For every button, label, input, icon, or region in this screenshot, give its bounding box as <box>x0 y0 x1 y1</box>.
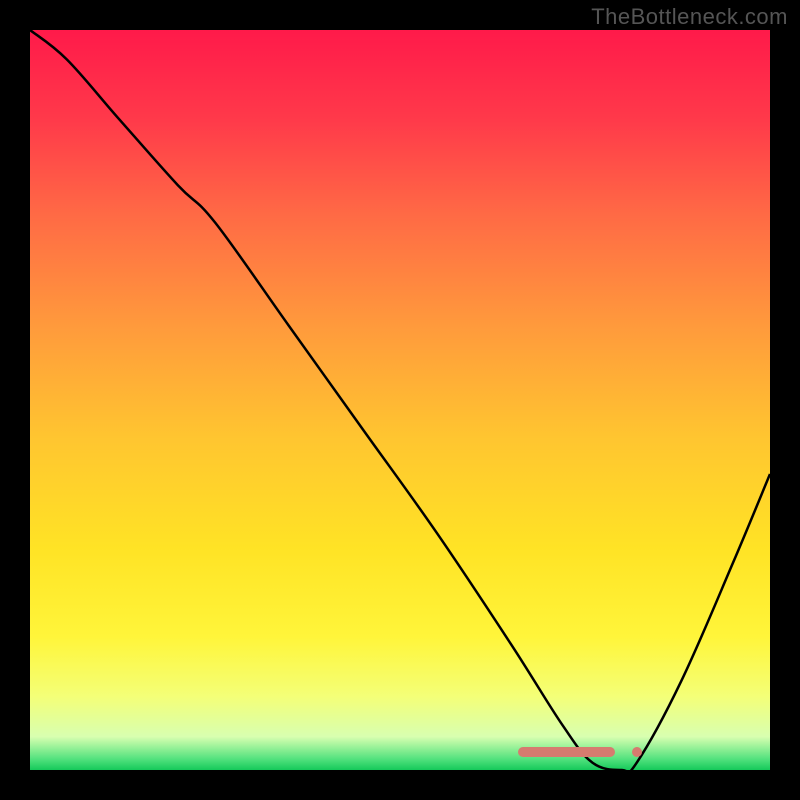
optimal-range-marker <box>518 747 614 757</box>
bottleneck-curve <box>30 30 770 770</box>
watermark-text: TheBottleneck.com <box>591 4 788 30</box>
optimal-point-marker <box>632 747 642 757</box>
plot-area <box>30 30 770 770</box>
